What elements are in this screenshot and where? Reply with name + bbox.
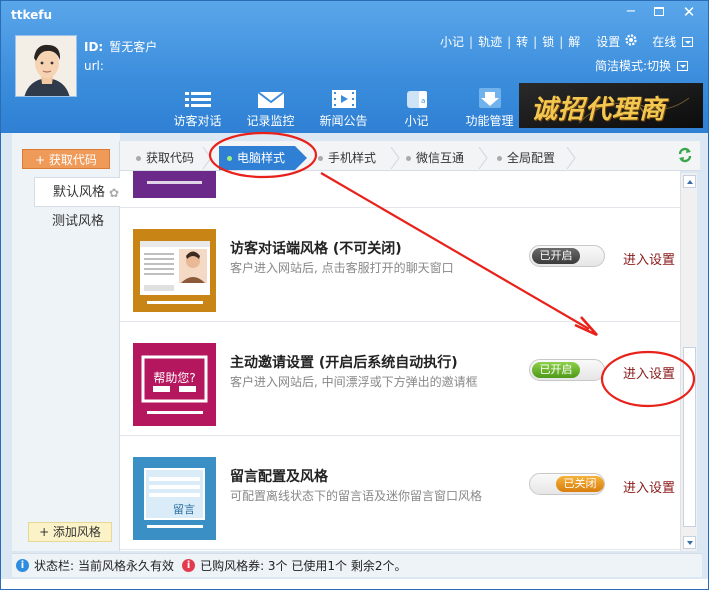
style-item-test[interactable]: 测试风格: [34, 207, 120, 237]
link-track[interactable]: 轨迹: [476, 33, 504, 50]
tab-separator: [566, 146, 576, 170]
list-icon: [161, 87, 234, 109]
enter-settings-link[interactable]: 进入设置: [623, 249, 675, 268]
message-toggle[interactable]: 已关闭: [529, 473, 605, 495]
video-icon: [307, 87, 380, 109]
scroll-down-icon[interactable]: [683, 536, 696, 549]
get-code-button[interactable]: + 获取代码: [22, 149, 110, 169]
app-title: ttkefu: [11, 8, 53, 22]
svg-text:a: a: [421, 97, 425, 105]
partial-row-thumb: [133, 171, 216, 198]
status-select[interactable]: 在线: [652, 33, 694, 50]
gear-icon[interactable]: ✿: [109, 178, 119, 208]
toggle-label: 已关闭: [556, 476, 604, 492]
user-url-label: url:: [84, 59, 104, 73]
chat-window-thumbnail: [133, 229, 216, 312]
row-description: 客户进入网站后, 中间漂浮或下方弹出的邀请框: [230, 375, 478, 389]
banner-text: 诚招代理商: [531, 95, 667, 125]
style-settings-list: 访客对话端风格 (不可关闭) 客户进入网站后, 点击客服打开的聊天窗口 已开启 …: [120, 171, 680, 551]
close-button[interactable]: ✕: [676, 3, 702, 21]
status-bar: i 状态栏: 当前风格永久有效 i 已购风格券: 3个 已使用1个 剩余2个。: [12, 553, 702, 577]
settings-link[interactable]: 设置: [594, 33, 622, 50]
mode-switch[interactable]: 简洁模式: 切换: [595, 57, 689, 74]
avatar-icon: [16, 36, 76, 96]
chevron-down-icon: [682, 36, 694, 47]
main-nav: 访客对话 记录监控 新闻公告 a 小记 功能管理: [161, 87, 526, 131]
scrollbar[interactable]: [680, 173, 697, 551]
style-list-panel: + 获取代码 默认风格 ✿ 测试风格 + 添加风格: [12, 141, 120, 551]
maximize-button[interactable]: [646, 3, 672, 21]
partial-row: [120, 171, 680, 208]
tab-global-config[interactable]: 全局配置: [497, 146, 555, 170]
warning-icon: i: [182, 559, 196, 572]
chevron-down-icon: [677, 60, 689, 71]
mode-action[interactable]: 切换: [647, 57, 671, 74]
row-description: 可配置离线状态下的留言语及迷你留言窗口风格: [230, 489, 483, 503]
nav-record-monitor[interactable]: 记录监控: [234, 87, 307, 131]
style-item-label: 测试风格: [52, 214, 105, 229]
list-item-invite-setting: 帮助您? 主动邀请设置 (开启后系统自动执行) 客户进入网站后, 中间漂浮或下方…: [120, 322, 680, 436]
link-lock[interactable]: 锁: [540, 33, 556, 50]
avatar: [15, 35, 77, 97]
toggle-label: 已开启: [532, 248, 580, 264]
nav-visitor-chat[interactable]: 访客对话: [161, 87, 234, 131]
add-style-button[interactable]: + 添加风格: [28, 522, 112, 542]
row-title: 留言配置及风格: [230, 469, 328, 485]
app-window: ttkefu − ✕ ID: 暂无客户 url: 小记 | 轨迹 | 转 | 锁 |: [0, 0, 709, 590]
nav-function-manage[interactable]: 功能管理: [453, 87, 526, 131]
invite-box-thumbnail: 帮助您?: [133, 343, 216, 426]
tab-pc-style[interactable]: 电脑样式: [219, 146, 308, 170]
link-note[interactable]: 小记: [438, 33, 466, 50]
tab-mobile-style[interactable]: 手机样式: [318, 146, 376, 170]
header: ttkefu − ✕ ID: 暂无客户 url: 小记 | 轨迹 | 转 | 锁 |: [1, 1, 708, 133]
status-value: 在线: [652, 35, 677, 49]
row-title: 主动邀请设置 (开启后系统自动执行): [230, 355, 458, 371]
maximize-icon: [654, 7, 664, 16]
notebook-icon: a: [380, 87, 453, 109]
top-links: 小记 | 轨迹 | 转 | 锁 | 解 设置 在线: [438, 33, 694, 50]
user-id-label: ID:: [84, 40, 104, 54]
list-item-message-config: 留言 留言配置及风格 可配置离线状态下的留言语及迷你留言窗口风格 已关闭 进入设…: [120, 436, 680, 550]
gear-icon[interactable]: [624, 33, 638, 50]
agent-recruit-banner[interactable]: 诚招代理商: [519, 83, 703, 128]
download-icon: [453, 87, 526, 109]
link-transfer[interactable]: 转: [514, 33, 530, 50]
enter-settings-link[interactable]: 进入设置: [623, 477, 675, 496]
link-unlock[interactable]: 解: [566, 33, 582, 50]
nav-news[interactable]: 新闻公告: [307, 87, 380, 131]
tab-get-code[interactable]: 获取代码: [136, 146, 194, 170]
message-thumb-text: 留言: [173, 503, 195, 516]
message-window-thumbnail: 留言: [133, 457, 216, 540]
tab-separator: [390, 146, 400, 170]
style-item-label: 默认风格: [53, 185, 106, 200]
invite-thumb-text: 帮助您?: [153, 371, 196, 385]
mode-label: 简洁模式:: [595, 59, 648, 73]
minimize-button[interactable]: −: [618, 3, 644, 21]
style-item-default[interactable]: 默认风格 ✿: [34, 177, 120, 207]
scroll-up-icon[interactable]: [683, 175, 696, 188]
refresh-icon[interactable]: [677, 147, 693, 166]
tab-bar: 获取代码 电脑样式 手机样式 微信互通 全局配置: [120, 141, 700, 171]
status-text: 当前风格永久有效: [78, 558, 175, 573]
scroll-thumb[interactable]: [683, 347, 696, 527]
list-item-chat-style: 访客对话端风格 (不可关闭) 客户进入网站后, 点击客服打开的聊天窗口 已开启 …: [120, 208, 680, 322]
info-icon: i: [16, 559, 29, 572]
user-id-value: 暂无客户: [109, 40, 158, 54]
coupon-text: 已购风格券: 3个 已使用1个 剩余2个。: [200, 558, 407, 573]
status-label: 状态栏:: [34, 558, 75, 573]
enter-settings-link[interactable]: 进入设置: [623, 363, 675, 382]
user-id: ID: 暂无客户: [84, 38, 157, 55]
nav-notes[interactable]: a 小记: [380, 87, 453, 131]
chat-style-toggle[interactable]: 已开启: [529, 245, 605, 267]
tab-separator: [202, 146, 212, 170]
mail-icon: [234, 87, 307, 109]
row-title: 访客对话端风格 (不可关闭): [230, 241, 402, 257]
row-description: 客户进入网站后, 点击客服打开的聊天窗口: [230, 261, 454, 275]
invite-toggle[interactable]: 已开启: [529, 359, 605, 381]
tab-separator: [478, 146, 488, 170]
tab-wechat[interactable]: 微信互通: [406, 146, 464, 170]
toggle-label: 已开启: [532, 362, 580, 378]
